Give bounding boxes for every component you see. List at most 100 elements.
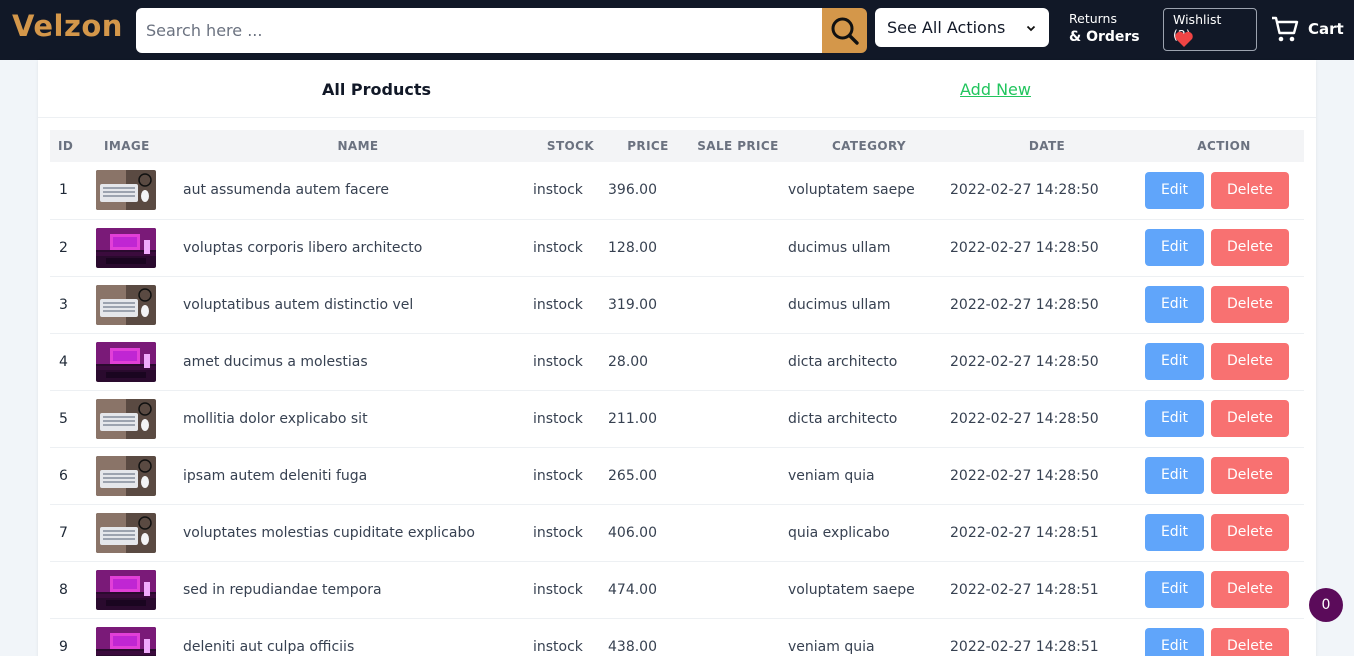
table-row: 6 ipsam autem deleniti fuga instock 265.00 v… <box>50 447 1304 504</box>
cell-name: voluptatibus autem distinctio vel <box>183 296 414 313</box>
cell-price: 28.00 <box>608 353 649 370</box>
wishlist-button[interactable]: Wishlist (2) <box>1163 8 1257 51</box>
floating-count-badge[interactable]: 0 <box>1309 588 1343 622</box>
cell-sale-price <box>688 276 788 333</box>
cell-sale-price <box>688 219 788 276</box>
add-new-link[interactable]: Add New <box>960 80 1031 99</box>
delete-button[interactable]: Delete <box>1211 400 1289 437</box>
cell-date: 2022-02-27 14:28:51 <box>950 638 1099 655</box>
col-header-category: CATEGORY <box>788 130 950 162</box>
delete-button[interactable]: Delete <box>1211 171 1289 209</box>
product-thumbnail <box>96 276 183 333</box>
cart-button[interactable]: Cart <box>1270 14 1344 44</box>
delete-button[interactable]: Delete <box>1211 229 1289 266</box>
col-header-id: ID <box>50 130 96 162</box>
delete-button[interactable]: Delete <box>1211 286 1289 323</box>
delete-button[interactable]: Delete <box>1211 457 1289 494</box>
edit-button[interactable]: Edit <box>1145 171 1204 209</box>
edit-button[interactable]: Edit <box>1145 286 1204 323</box>
col-header-image: IMAGE <box>96 130 183 162</box>
search-input[interactable] <box>136 8 822 53</box>
cell-id: 4 <box>59 353 68 370</box>
cell-id: 6 <box>59 467 68 484</box>
cell-date: 2022-02-27 14:28:50 <box>950 353 1099 370</box>
cell-date: 2022-02-27 14:28:50 <box>950 182 1099 199</box>
cell-name: ipsam autem deleniti fuga <box>183 467 368 484</box>
col-header-stock: STOCK <box>533 130 608 162</box>
col-header-date: DATE <box>950 130 1144 162</box>
cell-stock: instock <box>533 524 583 541</box>
chevron-down-icon <box>1026 25 1036 31</box>
edit-button[interactable]: Edit <box>1145 457 1204 494</box>
cell-name: voluptates molestias cupiditate explicab… <box>183 524 475 541</box>
table-header-row: ID IMAGE NAME STOCK PRICE SALE PRICE CAT… <box>50 130 1304 162</box>
cell-actions: Edit Delete <box>1144 504 1304 561</box>
edit-button[interactable]: Edit <box>1145 229 1204 266</box>
product-thumbnail <box>96 504 183 561</box>
actions-dropdown-value: See All Actions <box>887 18 1006 37</box>
products-table: ID IMAGE NAME STOCK PRICE SALE PRICE CAT… <box>50 130 1304 656</box>
cell-actions: Edit Delete <box>1144 333 1304 390</box>
cell-category: dicta architecto <box>788 353 898 370</box>
cell-date: 2022-02-27 14:28:50 <box>950 467 1099 484</box>
cell-actions: Edit Delete <box>1144 447 1304 504</box>
delete-button[interactable]: Delete <box>1211 571 1289 608</box>
cell-id: 9 <box>59 638 68 655</box>
cell-price: 396.00 <box>608 182 657 199</box>
delete-button[interactable]: Delete <box>1211 628 1289 656</box>
col-header-name: NAME <box>183 130 533 162</box>
table-row: 9 deleniti aut culpa officiis instock 438.0… <box>50 618 1304 656</box>
card-header: All Products Add New <box>38 60 1316 118</box>
cell-id: 1 <box>59 182 68 199</box>
col-header-action: ACTION <box>1144 130 1304 162</box>
heart-icon <box>1175 31 1193 47</box>
cell-sale-price <box>688 333 788 390</box>
col-header-sale-price: SALE PRICE <box>688 130 788 162</box>
cell-name: amet ducimus a molestias <box>183 353 368 370</box>
cell-id: 7 <box>59 524 68 541</box>
table-row: 7 voluptates molestias cupiditate explica… <box>50 504 1304 561</box>
cell-category: ducimus ullam <box>788 296 891 313</box>
cell-stock: instock <box>533 410 583 427</box>
edit-button[interactable]: Edit <box>1145 400 1204 437</box>
cell-id: 8 <box>59 581 68 598</box>
col-header-price: PRICE <box>608 130 688 162</box>
product-thumbnail <box>96 219 183 276</box>
cell-date: 2022-02-27 14:28:51 <box>950 524 1099 541</box>
wishlist-label: Wishlist <box>1173 12 1222 27</box>
delete-button[interactable]: Delete <box>1211 514 1289 551</box>
cell-stock: instock <box>533 296 583 313</box>
product-thumbnail <box>96 447 183 504</box>
edit-button[interactable]: Edit <box>1145 343 1204 380</box>
cell-category: veniam quia <box>788 638 875 655</box>
returns-orders-link[interactable]: Returns & Orders <box>1069 10 1140 46</box>
edit-button[interactable]: Edit <box>1145 628 1204 656</box>
product-thumbnail <box>96 333 183 390</box>
cell-name: mollitia dolor explicabo sit <box>183 410 368 427</box>
cell-actions: Edit Delete <box>1144 390 1304 447</box>
cart-icon <box>1272 16 1299 42</box>
cell-actions: Edit Delete <box>1144 561 1304 618</box>
cell-stock: instock <box>533 581 583 598</box>
edit-button[interactable]: Edit <box>1145 514 1204 551</box>
cell-category: ducimus ullam <box>788 239 891 256</box>
cell-category: voluptatem saepe <box>788 182 915 199</box>
search-bar <box>136 8 867 53</box>
delete-button[interactable]: Delete <box>1211 343 1289 380</box>
brand-logo[interactable]: Velzon <box>12 9 123 43</box>
cell-stock: instock <box>533 353 583 370</box>
actions-dropdown[interactable]: See All Actions <box>875 8 1049 47</box>
search-button[interactable] <box>822 8 867 53</box>
cell-id: 5 <box>59 410 68 427</box>
top-navbar: Velzon See All Actions Returns & Orders … <box>0 0 1354 60</box>
edit-button[interactable]: Edit <box>1145 571 1204 608</box>
table-row: 8 sed in repudiandae tempora instock 474.00… <box>50 561 1304 618</box>
cell-actions: Edit Delete <box>1144 618 1304 656</box>
cart-label: Cart <box>1308 20 1344 38</box>
cell-sale-price <box>688 162 788 219</box>
cell-sale-price <box>688 618 788 656</box>
cell-id: 2 <box>59 239 68 256</box>
cell-name: aut assumenda autem facere <box>183 182 389 199</box>
cell-date: 2022-02-27 14:28:50 <box>950 239 1099 256</box>
product-thumbnail <box>96 561 183 618</box>
